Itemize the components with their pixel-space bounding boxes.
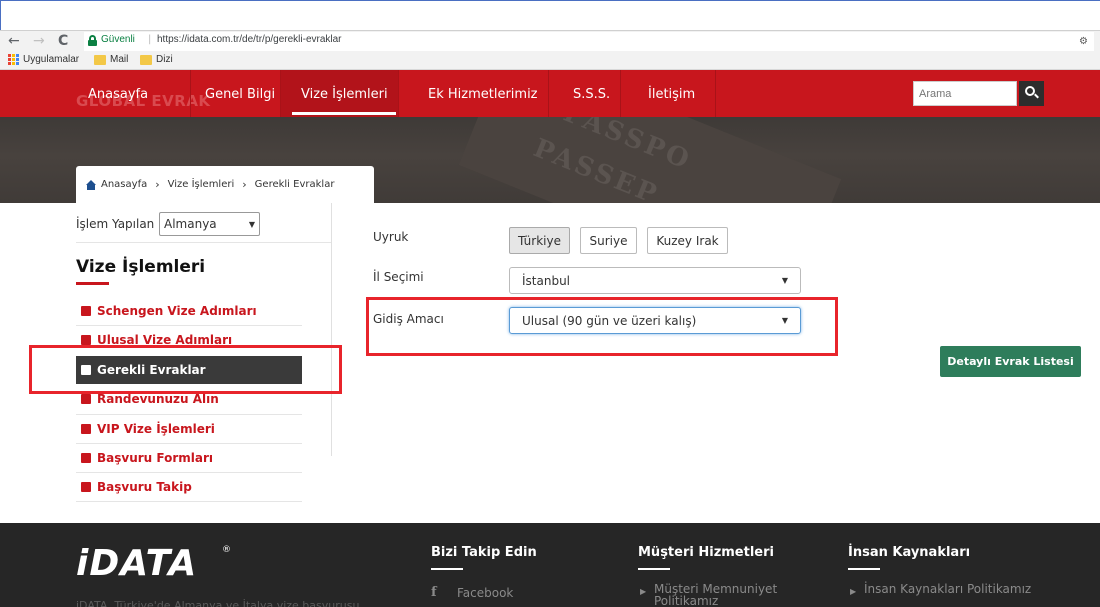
country-select[interactable]: Almanya ▼ <box>159 212 260 236</box>
footer-link-facebook[interactable]: Facebook <box>457 587 513 599</box>
nav-ek-hizmetlerimiz[interactable]: Ek Hizmetlerimiz <box>428 87 538 102</box>
url-text[interactable]: https://idata.com.tr/de/tr/p/gerekli-evr… <box>157 34 342 45</box>
nationality-label: Uyruk <box>373 230 409 244</box>
breadcrumb: Anasayfa › Vize İşlemleri › Gerekli Evra… <box>76 166 374 203</box>
column-divider <box>331 203 332 456</box>
footer-logo[interactable]: iDATA <box>76 543 197 584</box>
nav-divider <box>620 70 621 117</box>
footer-heading-line <box>638 568 670 570</box>
bookmark-label: Dizi <box>156 54 173 65</box>
square-bullet-icon <box>81 453 91 463</box>
folder-icon <box>94 54 106 65</box>
bookmark-label: Uygulamalar <box>23 54 80 65</box>
square-bullet-icon <box>81 394 91 404</box>
bookmark-mail[interactable]: Mail <box>94 54 128 65</box>
footer-heading-hr: İnsan Kaynakları <box>848 545 971 560</box>
forward-icon[interactable]: → <box>33 33 45 49</box>
registered-mark: ® <box>222 545 231 555</box>
breadcrumb-vize[interactable]: Vize İşlemleri <box>168 179 235 190</box>
footer-link-hr-policy[interactable]: İnsan Kaynakları Politikamız <box>864 583 1031 595</box>
city-label: İl Seçimi <box>373 270 424 284</box>
bookmark-label: Mail <box>110 54 129 65</box>
nav-divider <box>715 70 716 117</box>
sidebar-item-label: Schengen Vize Adımları <box>97 304 257 318</box>
search-button[interactable] <box>1019 81 1044 106</box>
title-underline <box>76 282 109 285</box>
breadcrumb-current: Gerekli Evraklar <box>254 179 335 190</box>
sidebar-item-label: Randevunuzu Alın <box>97 392 219 406</box>
square-bullet-icon <box>81 335 91 345</box>
address-bar[interactable]: Güvenli | https://idata.com.tr/de/tr/p/g… <box>84 32 1094 51</box>
back-icon[interactable]: ← <box>8 33 20 49</box>
secure-label: Güvenli <box>101 34 135 45</box>
sidebar-item-basvuru-formlari[interactable]: Başvuru Formları <box>76 444 302 472</box>
home-icon[interactable] <box>86 179 96 190</box>
nav-divider <box>548 70 549 117</box>
sidebar-item-vip[interactable]: VIP Vize İşlemleri <box>76 415 302 443</box>
breadcrumb-separator: › <box>155 178 160 191</box>
breadcrumb-home[interactable]: Anasayfa <box>101 179 147 190</box>
breadcrumb-separator: › <box>242 178 247 191</box>
lock-icon <box>88 35 97 46</box>
detailed-document-list-button[interactable]: Detaylı Evrak Listesi <box>940 346 1081 377</box>
city-select[interactable]: İstanbul ▼ <box>509 267 801 294</box>
nav-genel-bilgi[interactable]: Genel Bilgi <box>205 87 275 102</box>
extension-icon[interactable]: ⚙ <box>1079 36 1088 47</box>
nationality-suriye-button[interactable]: Suriye <box>580 227 637 254</box>
sidebar-item-basvuru-takip[interactable]: Başvuru Takip <box>76 473 302 501</box>
reload-icon[interactable]: C <box>58 33 68 49</box>
nav-divider <box>398 70 399 117</box>
square-bullet-icon <box>81 424 91 434</box>
apps-icon <box>8 54 19 65</box>
facebook-icon[interactable]: f <box>431 585 437 600</box>
footer: iDATA ® iDATA, Türkiye'de Almanya ve İta… <box>0 523 1100 607</box>
annotation-box-purpose <box>366 297 838 356</box>
bookmark-dizi[interactable]: Dizi <box>140 54 173 65</box>
sidebar-item-schengen[interactable]: Schengen Vize Adımları <box>76 297 302 325</box>
nav-divider <box>190 70 191 117</box>
chevron-right-icon: ▶ <box>640 587 647 596</box>
annotation-box-sidebar <box>29 345 342 394</box>
city-value: İstanbul <box>522 273 571 288</box>
bookmarks-bar: Uygulamalar Mail Dizi <box>0 52 1100 70</box>
nav-sss[interactable]: S.S.S. <box>573 87 610 102</box>
bookmark-apps[interactable]: Uygulamalar <box>8 54 79 65</box>
sidebar-item-label: VIP Vize İşlemleri <box>97 422 215 436</box>
footer-heading-social: Bizi Takip Edin <box>431 545 537 560</box>
chevron-down-icon: ▼ <box>781 276 788 285</box>
chevron-down-icon: ▼ <box>248 219 255 229</box>
nationality-turkiye-button[interactable]: Türkiye <box>509 227 570 254</box>
square-bullet-icon <box>81 482 91 492</box>
browser-toolbar: ← → C Güvenli | https://idata.com.tr/de/… <box>0 30 1100 52</box>
nav-divider <box>280 70 281 117</box>
nav-iletisim[interactable]: İletişim <box>648 87 695 102</box>
footer-heading-customer: Müşteri Hizmetleri <box>638 545 774 560</box>
sidebar-item-label: Başvuru Formları <box>97 451 214 465</box>
country-value: Almanya <box>164 217 217 231</box>
nav-anasayfa[interactable]: Anasayfa <box>88 87 148 102</box>
nationality-kuzey-irak-button[interactable]: Kuzey Irak <box>647 227 728 254</box>
footer-heading-line <box>848 568 880 570</box>
footer-link-customer-policy[interactable]: Müşteri Memnuniyet Politikamız <box>654 583 794 607</box>
browser-titlebar <box>0 0 1100 30</box>
footer-tagline: iDATA, Türkiye'de Almanya ve İtalya vize… <box>76 599 360 607</box>
main-navbar: GLOBAL EVRAK Anasayfa Genel Bilgi Vize İ… <box>0 70 1100 117</box>
square-bullet-icon <box>81 306 91 316</box>
sidebar-title: Vize İşlemleri <box>76 257 206 277</box>
divider <box>76 242 332 243</box>
search-input[interactable] <box>913 81 1017 106</box>
sidebar-item-label: Başvuru Takip <box>97 480 192 494</box>
footer-heading-line <box>431 568 463 570</box>
folder-icon <box>140 54 152 65</box>
divider <box>76 501 302 502</box>
nav-vize-islemleri[interactable]: Vize İşlemleri <box>301 87 388 102</box>
address-separator: | <box>148 34 152 45</box>
chevron-right-icon: ▶ <box>850 587 857 596</box>
nav-active-underline <box>292 112 396 115</box>
